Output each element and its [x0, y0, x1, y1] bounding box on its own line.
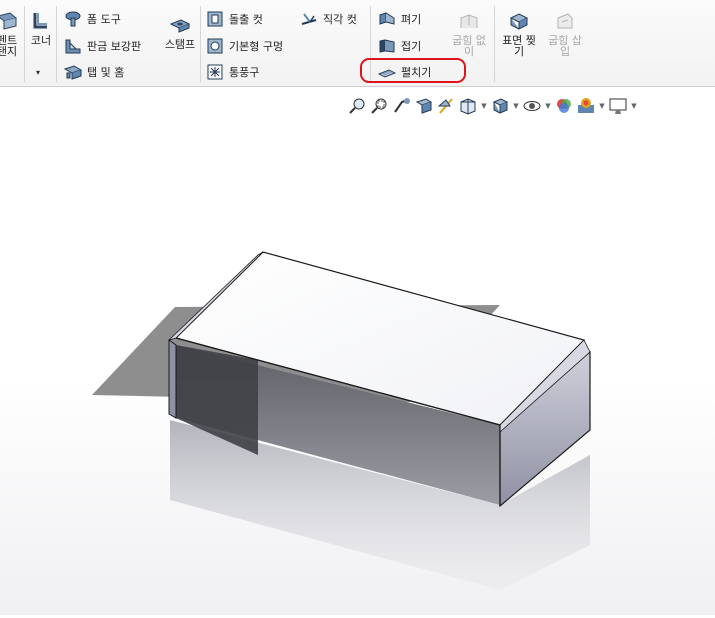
section-view-icon[interactable] [414, 96, 434, 116]
no-bends-button[interactable]: 굽힘 없 이 [450, 10, 488, 57]
separator [494, 6, 495, 82]
box-left-wall [168, 339, 177, 419]
zoom-to-fit-icon[interactable] [348, 96, 368, 116]
corner-button[interactable]: 코너 [28, 10, 54, 46]
separator [56, 6, 57, 82]
view-orientation-icon[interactable] [458, 96, 478, 116]
fold-icon [379, 39, 395, 53]
extruded-cut-label: 돌출 컷 [229, 13, 263, 26]
insert-bends-label-2: 입 [559, 45, 571, 58]
stamp-button[interactable]: 스탬프 [160, 14, 200, 50]
normal-cut-icon [301, 13, 317, 25]
gusset-label: 판금 보강판 [87, 40, 142, 53]
tab-slot-label: 탭 및 홈 [87, 66, 125, 79]
gusset-icon [65, 39, 81, 54]
display-style-icon[interactable] [490, 96, 510, 116]
view-orientation-dropdown[interactable]: ▼ [480, 102, 488, 110]
no-bends-icon [460, 14, 478, 28]
simple-hole-button[interactable]: 기본형 구멍 [206, 37, 283, 55]
view-settings-dropdown[interactable]: ▼ [630, 102, 638, 110]
form-tool-icon [65, 11, 81, 27]
unfold-button[interactable]: 펴기 [378, 10, 421, 28]
separator [24, 6, 25, 82]
vent-button[interactable]: 통풍구 [206, 63, 259, 81]
insert-bends-icon [557, 13, 573, 29]
graphics-area[interactable] [0, 88, 715, 615]
zoom-to-area-icon[interactable] [370, 96, 390, 116]
normal-cut-button[interactable]: 직각 컷 [300, 10, 357, 28]
form-tool-button[interactable]: 폼 도구 [64, 10, 121, 28]
stamp-icon [169, 19, 191, 33]
sheet-metal-icon [0, 12, 18, 30]
corner-icon [33, 13, 47, 29]
command-manager-ribbon: 펜트 탠지 코너 ▾ 폼 도구 판금 보강판 탭 및 홈 스탬프 돌출 컷 기본… [0, 0, 715, 87]
extruded-cut-button[interactable]: 돌출 컷 [206, 10, 263, 28]
rip-icon [509, 13, 529, 30]
dynamic-annotation-icon[interactable] [436, 96, 456, 116]
gusset-button[interactable]: 판금 보강판 [64, 37, 141, 55]
flatten-highlight-box [360, 58, 466, 83]
corner-label: 코너 [30, 34, 52, 47]
unfold-icon [379, 12, 395, 25]
apply-scene-dropdown[interactable]: ▼ [598, 102, 606, 110]
hide-show-dropdown[interactable]: ▼ [544, 102, 552, 110]
separator [200, 6, 201, 82]
rip-label-2: 기 [513, 45, 525, 58]
simple-hole-label: 기본형 구멍 [229, 40, 284, 53]
insert-bends-button[interactable]: 굽힘 삽 입 [544, 10, 586, 57]
form-tool-label: 폼 도구 [87, 13, 121, 26]
vent-icon [207, 64, 223, 80]
display-style-dropdown[interactable]: ▼ [512, 102, 520, 110]
fold-button[interactable]: 접기 [378, 37, 421, 55]
tab-and-slot-button[interactable]: 탭 및 홈 [64, 63, 124, 81]
extruded-cut-icon [207, 11, 223, 27]
left-cut-label-2: 탠지 [0, 45, 18, 58]
model-view[interactable] [0, 88, 715, 615]
normal-cut-label: 직각 컷 [323, 13, 357, 26]
view-settings-icon[interactable] [608, 96, 628, 116]
apply-scene-icon[interactable] [576, 96, 596, 116]
edit-appearance-icon[interactable] [554, 96, 574, 116]
unfold-label: 펴기 [401, 13, 422, 26]
left-clipped-command[interactable]: 펜트 탠지 [0, 10, 20, 57]
hide-show-items-icon[interactable] [522, 96, 542, 116]
corner-dropdown-arrow[interactable]: ▾ [36, 68, 40, 77]
simple-hole-icon [207, 38, 223, 54]
tab-slot-icon [64, 65, 82, 80]
previous-view-icon[interactable] [392, 96, 412, 116]
vent-label: 통풍구 [229, 66, 260, 79]
heads-up-view-toolbar: ▼ ▼ ▼ ▼ ▼ [348, 94, 638, 118]
fold-label: 접기 [401, 40, 422, 53]
stamp-label: 스탬프 [164, 38, 196, 51]
no-bends-label-2: 이 [463, 45, 475, 58]
rip-button[interactable]: 표면 찢 기 [500, 10, 538, 57]
